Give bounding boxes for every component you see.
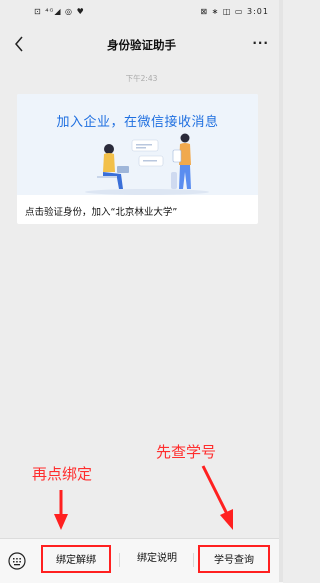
people-illustration-icon	[85, 133, 209, 195]
bind-help-button[interactable]: 绑定说明	[127, 545, 187, 573]
status-bar: ⊡ ⁴ᴳ◢ ◎ ♥ ⊠ ∗ ◫ ▭ 3:01	[0, 0, 283, 24]
card-message-text: 点击验证身份，加入“北京林业大学”	[25, 207, 178, 218]
card-banner: 加入企业，在微信接收消息	[17, 94, 258, 195]
more-icon[interactable]: ···	[252, 36, 269, 50]
page-title: 身份验证助手	[107, 38, 176, 52]
banner-title: 加入企业，在微信接收消息	[56, 115, 219, 130]
status-icons-left: ⊡ ⁴ᴳ◢ ◎ ♥	[34, 7, 85, 16]
annotation-lookup-first: 先查学号	[156, 443, 217, 461]
arrow-to-unbind-icon	[54, 490, 68, 530]
bind-unbind-button[interactable]: 绑定解绑	[41, 545, 111, 573]
message-card[interactable]: 加入企业，在微信接收消息 点击验证身份，加入“北京林业大学”	[17, 94, 258, 224]
menu-divider	[193, 553, 194, 567]
annotation-arrows	[54, 465, 233, 530]
status-icons-right: ⊠ ∗ ◫ ▭ 3:01	[200, 7, 269, 16]
menu-divider	[119, 553, 120, 567]
keyboard-icon[interactable]	[8, 552, 26, 570]
message-timestamp: 下午2:43	[125, 74, 158, 83]
scroll-edge	[279, 0, 283, 582]
arrow-to-lookup-icon	[201, 465, 233, 530]
annotation-then-bind: 再点绑定	[32, 465, 93, 483]
nav-bar: 身份验证助手 ···	[0, 30, 283, 60]
bottom-menu-bar: 绑定解绑 绑定说明 学号查询	[0, 538, 283, 583]
student-id-lookup-button[interactable]: 学号查询	[198, 545, 270, 573]
